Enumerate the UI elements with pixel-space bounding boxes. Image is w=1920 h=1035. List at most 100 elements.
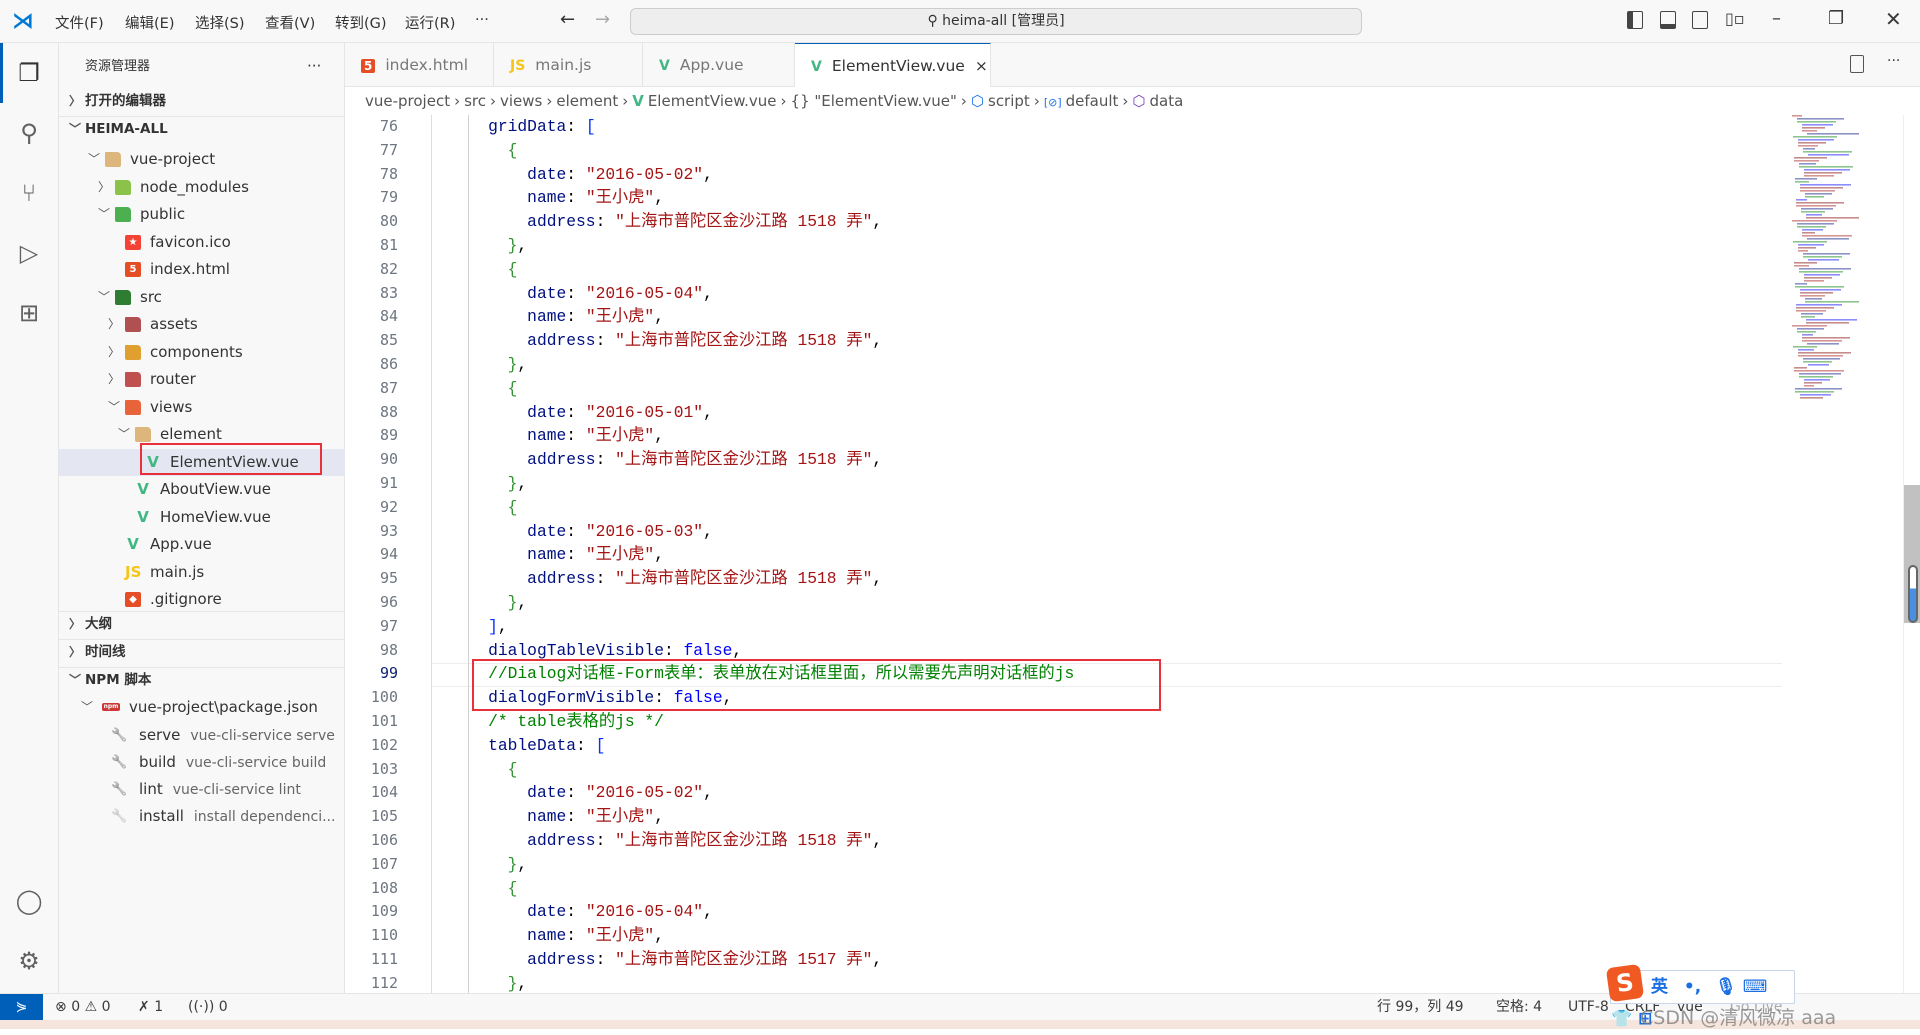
run-debug-icon[interactable]: ▷ xyxy=(14,238,44,268)
npm-script-install[interactable]: 🔧 install install dependenci... xyxy=(59,803,345,830)
tree-item[interactable]: V HomeView.vue xyxy=(59,504,345,531)
breadcrumb-item[interactable]: script xyxy=(988,92,1030,110)
source-control-icon[interactable]: ⑂ xyxy=(14,178,44,208)
more-actions-icon[interactable]: ··· xyxy=(1887,53,1900,69)
tree-item[interactable]: 〉 node_modules xyxy=(59,174,345,201)
chevron-right-icon[interactable]: 〉 xyxy=(108,339,120,366)
breadcrumb-item[interactable]: data xyxy=(1150,92,1184,110)
command-center-search[interactable]: ⚲ heima-all [管理员] xyxy=(630,8,1362,35)
code-editor[interactable]: gridData: [ { date: "2016-05-02", name: … xyxy=(431,115,1781,993)
open-editors-section[interactable]: 〉打开的编辑器 xyxy=(59,88,345,115)
minimap[interactable] xyxy=(1788,115,1878,405)
tree-item[interactable]: V App.vue xyxy=(59,531,345,558)
chevron-down-icon[interactable]: ﹀ xyxy=(98,284,110,311)
account-icon[interactable]: ◯ xyxy=(14,886,44,916)
code-token: tableData xyxy=(488,735,577,755)
tree-item[interactable]: 〉 components xyxy=(59,339,345,366)
ime-language[interactable]: 英 xyxy=(1651,977,1668,997)
forward-button[interactable]: → xyxy=(595,9,610,30)
menu-item[interactable]: 转到(G) xyxy=(335,12,387,33)
workspace-root[interactable]: ﹀ HEIMA-ALL xyxy=(59,116,345,143)
code-line: address: "上海市普陀区金沙江路 1518 弄", xyxy=(449,210,882,234)
split-editor-icon[interactable] xyxy=(1850,55,1864,73)
skin-icon[interactable]: 👕 xyxy=(1611,1009,1632,1029)
close-tab-icon[interactable]: × xyxy=(975,57,988,75)
tree-item[interactable]: JS main.js xyxy=(59,559,345,586)
code-line: tableData: [ xyxy=(449,734,605,758)
breadcrumb-item[interactable]: ElementView.vue xyxy=(648,92,777,110)
npm-package-item[interactable]: ﹀ npm vue-project\package.json xyxy=(59,694,345,721)
toggle-primary-sidebar-icon[interactable] xyxy=(1627,11,1643,29)
code-token: "上海市普陀区金沙江路 1518 弄" xyxy=(615,212,873,232)
encoding[interactable]: UTF-8 xyxy=(1568,994,1609,1020)
tab-app-vue[interactable]: V App.vue xyxy=(643,43,795,87)
search-icon[interactable]: ⚲ xyxy=(14,118,44,148)
npm-script-lint[interactable]: 🔧 lint vue-cli-service lint xyxy=(59,776,345,803)
tree-item[interactable]: ﹀ vue-project xyxy=(59,146,345,173)
timeline-section[interactable]: 〉时间线 xyxy=(59,639,345,666)
tree-item[interactable]: ﹀ src xyxy=(59,284,345,311)
npm-script-serve[interactable]: 🔧 serve vue-cli-service serve xyxy=(59,722,345,749)
settings-gear-icon[interactable]: ⚙ xyxy=(14,946,44,976)
outline-section[interactable]: 〉大纲 xyxy=(59,611,345,638)
tree-item[interactable]: ★ favicon.ico xyxy=(59,229,345,256)
code-token: "上海市普陀区金沙江路 1517 弄" xyxy=(615,950,873,969)
restore-icon[interactable]: ❐ xyxy=(1828,8,1844,29)
chevron-down-icon[interactable]: ﹀ xyxy=(118,421,130,448)
menu-item[interactable]: 选择(S) xyxy=(195,12,245,33)
chevron-down-icon[interactable]: ﹀ xyxy=(108,394,120,421)
tree-item[interactable]: ◆ .gitignore xyxy=(59,586,345,613)
tab-main-js[interactable]: JS main.js xyxy=(494,43,643,87)
close-window-icon[interactable]: ✕ xyxy=(1885,7,1902,31)
broadcast-indicator[interactable]: ((·)) 0 xyxy=(188,994,228,1020)
chevron-down-icon[interactable]: ﹀ xyxy=(88,146,100,173)
tree-item[interactable]: 5 index.html xyxy=(59,256,345,283)
breadcrumb-item[interactable]: src xyxy=(464,92,486,110)
vertical-scrollbar[interactable] xyxy=(1903,115,1920,993)
keyboard-icon[interactable]: ⌨ xyxy=(1743,977,1768,997)
code-token: , xyxy=(872,950,883,969)
breadcrumb-item[interactable]: element xyxy=(556,92,618,110)
indentation[interactable]: 空格: 4 xyxy=(1496,994,1542,1020)
problems-indicator[interactable]: ⊗ 0 ⚠ 0 xyxy=(55,994,111,1020)
menu-item[interactable]: ··· xyxy=(475,12,489,28)
menu-item[interactable]: 文件(F) xyxy=(55,12,104,33)
extensions-icon[interactable]: ⊞ xyxy=(14,298,44,328)
breadcrumb-item[interactable]: vue-project xyxy=(365,92,450,110)
minimap-line xyxy=(1804,274,1840,276)
breadcrumb-item[interactable]: default xyxy=(1066,92,1119,110)
menu-item[interactable]: 编辑(E) xyxy=(125,12,174,33)
menu-item[interactable]: 查看(V) xyxy=(265,12,315,33)
minimize-icon[interactable]: – xyxy=(1772,8,1781,29)
scroll-slider-handle[interactable] xyxy=(1908,565,1918,623)
ime-punctuation[interactable]: •, xyxy=(1684,977,1701,997)
npm-script-build[interactable]: 🔧 build vue-cli-service build xyxy=(59,749,345,776)
breadcrumb-item[interactable]: {} "ElementView.vue" xyxy=(791,92,957,110)
customize-layout-icon[interactable]: ▯▫ xyxy=(1725,9,1745,28)
tree-item[interactable]: ﹀ views xyxy=(59,394,345,421)
npm-scripts-section[interactable]: ﹀ NPM 脚本 xyxy=(59,667,345,694)
cursor-position[interactable]: 行 99，列 49 xyxy=(1377,994,1464,1020)
chevron-right-icon[interactable]: 〉 xyxy=(108,311,120,338)
chevron-right-icon[interactable]: 〉 xyxy=(108,366,120,393)
tab-index-html[interactable]: 5 index.html xyxy=(345,43,494,87)
toggle-secondary-sidebar-icon[interactable] xyxy=(1692,11,1708,29)
ports-indicator[interactable]: ✗ 1 xyxy=(138,994,163,1020)
tree-item[interactable]: ﹀ public xyxy=(59,201,345,228)
toggle-panel-icon[interactable] xyxy=(1660,11,1676,29)
chevron-down-icon[interactable]: ﹀ xyxy=(98,201,110,228)
remote-indicator-icon[interactable]: ⋟ xyxy=(0,994,43,1021)
tab-elementview-vue[interactable]: V ElementView.vue × xyxy=(795,43,991,88)
tree-item[interactable]: 〉 router xyxy=(59,366,345,393)
menu-item[interactable]: 运行(R) xyxy=(405,12,455,33)
line-number: 77 xyxy=(379,140,398,159)
back-button[interactable]: ← xyxy=(560,9,575,30)
star-icon: ★ xyxy=(125,234,141,250)
microphone-icon[interactable]: 🎙 xyxy=(1715,977,1737,997)
breadcrumb-item[interactable]: views xyxy=(500,92,542,110)
explorer-icon[interactable]: ❐ xyxy=(14,58,44,88)
chevron-right-icon[interactable]: 〉 xyxy=(98,174,110,201)
more-actions-button[interactable]: ··· xyxy=(307,53,337,80)
tree-item[interactable]: 〉 assets xyxy=(59,311,345,338)
tree-item[interactable]: V AboutView.vue xyxy=(59,476,345,503)
